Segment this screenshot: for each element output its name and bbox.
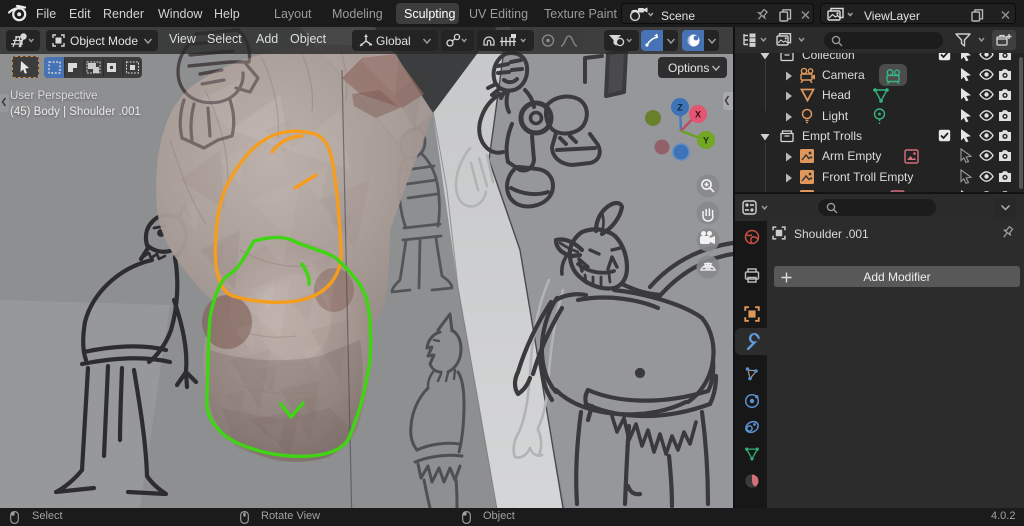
svg-text:Y: Y (703, 136, 709, 146)
svg-text:Z: Z (677, 103, 683, 113)
svg-text:X: X (695, 110, 701, 120)
